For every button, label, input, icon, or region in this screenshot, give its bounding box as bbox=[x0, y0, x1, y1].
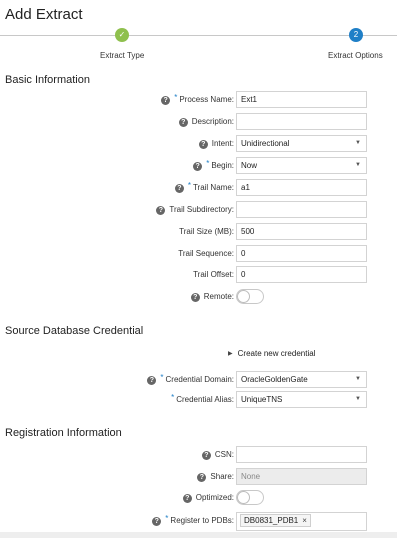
trail-size-input[interactable]: 500 bbox=[236, 223, 367, 240]
optimized-toggle[interactable] bbox=[236, 490, 264, 505]
required-icon: * bbox=[171, 393, 175, 402]
optimized-label: ? Optimized: bbox=[182, 490, 234, 506]
credential-alias-label: * Credential Alias: bbox=[171, 392, 234, 408]
help-icon[interactable]: ? bbox=[178, 117, 188, 127]
required-icon: * bbox=[174, 93, 178, 102]
toggle-knob bbox=[237, 290, 250, 303]
process-name-input[interactable]: Ext1 bbox=[236, 91, 367, 108]
help-icon[interactable]: ? bbox=[147, 375, 157, 385]
expand-triangle-icon: ▶ bbox=[228, 351, 233, 357]
close-icon[interactable]: × bbox=[302, 513, 307, 528]
credential-domain-select[interactable]: OracleGoldenGate ▼ bbox=[236, 371, 367, 388]
help-icon[interactable]: ? bbox=[190, 292, 200, 302]
step-label-extract-options[interactable]: Extract Options bbox=[328, 51, 383, 60]
trail-subdirectory-label: ? Trail Subdirectory: bbox=[156, 202, 234, 218]
credential-alias-select[interactable]: UniqueTNS ▼ bbox=[236, 391, 367, 408]
process-name-label: ? * Process Name: bbox=[161, 92, 234, 108]
description-input[interactable] bbox=[236, 113, 367, 130]
trail-offset-label: Trail Offset: bbox=[193, 270, 234, 279]
intent-select[interactable]: Unidirectional ▼ bbox=[236, 135, 367, 152]
page-title: Add Extract bbox=[5, 6, 83, 23]
step-active-indicator[interactable]: 2 bbox=[349, 28, 363, 42]
section-title-registration: Registration Information bbox=[5, 427, 122, 439]
help-icon[interactable]: ? bbox=[197, 472, 207, 482]
trail-sequence-input[interactable]: 0 bbox=[236, 245, 367, 262]
help-icon[interactable]: ? bbox=[198, 139, 208, 149]
step-done-icon[interactable]: ✓ bbox=[115, 28, 129, 42]
trail-name-input[interactable]: a1 bbox=[236, 179, 367, 196]
chevron-down-icon[interactable]: ▼ bbox=[355, 372, 361, 387]
register-pdbs-input[interactable]: DB0831_PDB1 × bbox=[236, 512, 367, 531]
required-icon: * bbox=[187, 181, 191, 190]
section-title-source: Source Database Credential bbox=[5, 325, 144, 337]
chevron-down-icon[interactable]: ▼ bbox=[355, 136, 361, 151]
help-icon[interactable]: ? bbox=[152, 516, 162, 526]
description-label: ? Description: bbox=[178, 114, 234, 130]
help-icon[interactable]: ? bbox=[182, 493, 192, 503]
help-icon[interactable]: ? bbox=[174, 183, 184, 193]
share-label: ? Share: bbox=[197, 469, 234, 485]
chevron-down-icon[interactable]: ▼ bbox=[355, 158, 361, 173]
create-credential-link[interactable]: ▶ Create new credential bbox=[228, 349, 315, 358]
help-icon[interactable]: ? bbox=[161, 95, 171, 105]
help-icon[interactable]: ? bbox=[156, 205, 166, 215]
required-icon: * bbox=[165, 514, 169, 523]
trail-size-label: Trail Size (MB): bbox=[179, 227, 234, 236]
trail-sequence-label: Trail Sequence: bbox=[178, 249, 234, 258]
help-icon[interactable]: ? bbox=[193, 161, 203, 171]
begin-label: ? * Begin: bbox=[193, 158, 234, 174]
pdb-chip: DB0831_PDB1 × bbox=[240, 514, 311, 527]
required-icon: * bbox=[206, 159, 210, 168]
help-icon[interactable]: ? bbox=[201, 450, 211, 460]
remote-label: ? Remote: bbox=[190, 289, 234, 305]
csn-label: ? CSN: bbox=[201, 447, 234, 463]
begin-select[interactable]: Now ▼ bbox=[236, 157, 367, 174]
intent-label: ? Intent: bbox=[198, 136, 234, 152]
credential-domain-label: ? * Credential Domain: bbox=[147, 372, 234, 388]
step-label-extract-type[interactable]: Extract Type bbox=[100, 51, 144, 60]
csn-input[interactable] bbox=[236, 446, 367, 463]
required-icon: * bbox=[160, 373, 164, 382]
remote-toggle[interactable] bbox=[236, 289, 264, 304]
share-input: None bbox=[236, 468, 367, 485]
trail-subdirectory-input[interactable] bbox=[236, 201, 367, 218]
stepper-line bbox=[0, 35, 397, 36]
trail-offset-input[interactable]: 0 bbox=[236, 266, 367, 283]
chevron-down-icon[interactable]: ▼ bbox=[355, 392, 361, 407]
section-title-basic: Basic Information bbox=[5, 74, 90, 86]
toggle-knob bbox=[237, 491, 250, 504]
bottom-scroll-region bbox=[0, 532, 397, 538]
register-pdbs-label: ? * Register to PDBs: bbox=[152, 513, 234, 529]
trail-name-label: ? * Trail Name: bbox=[174, 180, 234, 196]
